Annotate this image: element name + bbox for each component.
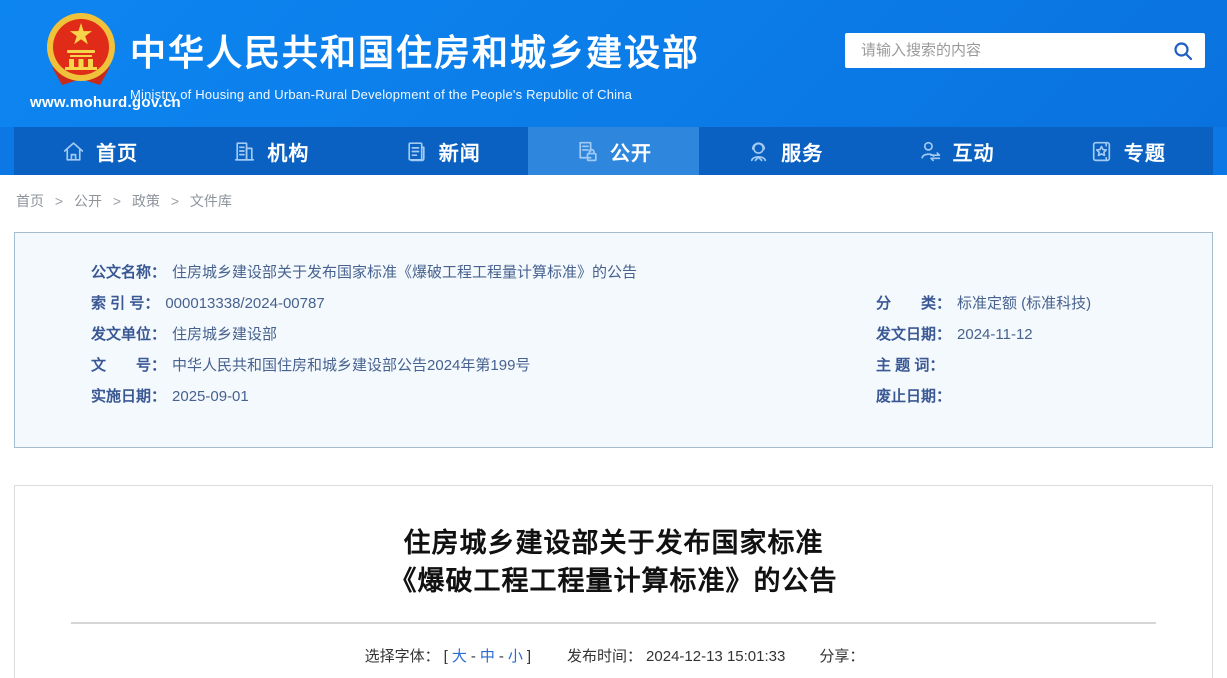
font-size-large-link[interactable]: 大 [452, 648, 467, 665]
site-search [845, 33, 1205, 68]
nav-tab-organization[interactable]: 机构 [185, 127, 356, 175]
publish-time-value: 2024-12-13 15:01:33 [646, 648, 786, 665]
disclosure-icon [579, 141, 597, 161]
font-size-medium-link[interactable]: 中 [480, 648, 495, 665]
font-size-label: 选择字体： [364, 648, 440, 665]
meta-value: 住房城乡建设部 [172, 326, 278, 343]
meta-row-effective-date: 实施日期： 2025-09-01 [91, 381, 876, 412]
search-button[interactable] [1161, 33, 1205, 68]
meta-label: 实施日期： [91, 388, 167, 405]
nav-tab-services[interactable]: 服务 [699, 127, 870, 175]
site-title-en: Ministry of Housing and Urban-Rural Deve… [130, 87, 633, 102]
topics-icon [1092, 141, 1110, 161]
title-divider [71, 622, 1156, 624]
meta-row-subject-words: 主 题 词： [876, 350, 1192, 381]
service-icon [751, 141, 767, 161]
meta-label: 废止日期： [876, 388, 952, 405]
meta-label: 索 引 号： [91, 295, 160, 312]
article-title-line1: 住房城乡建设部关于发布国家标准 [403, 528, 824, 558]
search-input[interactable] [845, 42, 1161, 59]
organization-icon [235, 141, 255, 161]
breadcrumb-disclosure[interactable]: 公开 [74, 193, 102, 209]
breadcrumb-separator: > [112, 193, 122, 209]
meta-row-index-number: 索 引 号： 000013338/2024-00787 [91, 288, 876, 319]
nav-tab-home[interactable]: 首页 [14, 127, 185, 175]
nav-tab-label: 首页 [96, 142, 139, 165]
nav-tab-label: 服务 [781, 142, 824, 165]
breadcrumb-policy[interactable]: 政策 [132, 193, 160, 209]
meta-row-issue-date: 发文日期： 2024-11-12 [876, 319, 1192, 350]
site-title-block: 中华人民共和国住房和城乡建设部 Ministry of Housing and … [130, 24, 700, 102]
meta-row-doc-number: 文 号： 中华人民共和国住房和城乡建设部公告2024年第199号 [91, 350, 876, 381]
breadcrumb-separator: > [170, 193, 180, 209]
nav-tab-interaction[interactable]: 互动 [870, 127, 1041, 175]
breadcrumb: 首页 > 公开 > 政策 > 文件库 [0, 175, 1227, 211]
share-label: 分享： [819, 648, 865, 665]
meta-label: 主 题 词： [876, 357, 945, 374]
news-icon [408, 141, 425, 161]
breadcrumb-home[interactable]: 首页 [16, 193, 44, 209]
meta-value: 000013338/2024-00787 [165, 295, 325, 312]
nav-tab-disclosure[interactable]: 公开 [527, 127, 700, 175]
nav-tab-label: 新闻 [438, 142, 481, 165]
meta-label: 公文名称： [91, 264, 167, 281]
meta-value: 2024-11-12 [957, 326, 1033, 343]
nav-tab-topics[interactable]: 专题 [1042, 127, 1213, 175]
meta-row-category: 分 类： 标准定额 (标准科技) [876, 288, 1192, 319]
breadcrumb-separator: > [54, 193, 64, 209]
site-title-cn: 中华人民共和国住房和城乡建设部 [130, 32, 701, 73]
article-title: 住房城乡建设部关于发布国家标准 《爆破工程工程量计算标准》的公告 [15, 524, 1212, 600]
meta-grid: 索 引 号： 000013338/2024-00787 分 类： 标准定额 (标准科… [91, 288, 1192, 412]
nav-tab-news[interactable]: 新闻 [357, 127, 528, 175]
meta-label: 分 类： [876, 295, 952, 312]
meta-label: 发文日期： [876, 326, 952, 343]
nav-tab-label: 公开 [609, 142, 652, 165]
home-icon [63, 141, 84, 161]
article-title-line2: 《爆破工程工程量计算标准》的公告 [389, 566, 838, 596]
national-emblem-icon [47, 13, 115, 85]
bracket-close: ] [526, 648, 532, 665]
bracket-open: [ [443, 648, 448, 665]
nav-tab-label: 互动 [952, 142, 995, 165]
meta-row-doc-name: 公文名称： 住房城乡建设部关于发布国家标准《爆破工程工程量计算标准》的公告 [91, 257, 1192, 288]
dash: - [470, 648, 476, 665]
meta-row-issuing-unit: 发文单位： 住房城乡建设部 [91, 319, 876, 350]
meta-value: 中华人民共和国住房和城乡建设部公告2024年第199号 [172, 357, 531, 374]
meta-value: 标准定额 (标准科技) [957, 295, 1092, 312]
document-meta-panel: 公文名称： 住房城乡建设部关于发布国家标准《爆破工程工程量计算标准》的公告 索 引… [14, 232, 1213, 448]
nav-tab-label: 专题 [1123, 142, 1166, 165]
breadcrumb-library: 文件库 [189, 193, 232, 209]
article-meta-bar: 选择字体：[大 - 中 - 小] 发布时间： 2024-12-13 15:01:33 分享： [15, 645, 1212, 666]
search-icon [1174, 41, 1193, 60]
masthead: www.mohurd.gov.cn 中华人民共和国住房和城乡建设部 Minist… [0, 0, 1227, 127]
publish-time-label: 发布时间： [567, 648, 643, 665]
article-panel: 住房城乡建设部关于发布国家标准 《爆破工程工程量计算标准》的公告 选择字体：[大… [14, 485, 1213, 678]
nav-tab-label: 机构 [267, 142, 310, 165]
meta-value: 2025-09-01 [172, 388, 249, 405]
meta-label: 发文单位： [91, 326, 167, 343]
font-size-small-link[interactable]: 小 [508, 648, 523, 665]
site-logo[interactable]: www.mohurd.gov.cn [0, 0, 181, 115]
dash: - [498, 648, 504, 665]
main-nav: 首页 机构 新闻 公开 服务 互动 专题 [14, 127, 1213, 175]
meta-row-repeal-date: 废止日期： [876, 381, 1192, 412]
meta-value: 住房城乡建设部关于发布国家标准《爆破工程工程量计算标准》的公告 [172, 264, 638, 281]
interaction-icon [920, 141, 940, 161]
meta-label: 文 号： [91, 357, 167, 374]
nav-band: 首页 机构 新闻 公开 服务 互动 专题 [0, 127, 1227, 175]
